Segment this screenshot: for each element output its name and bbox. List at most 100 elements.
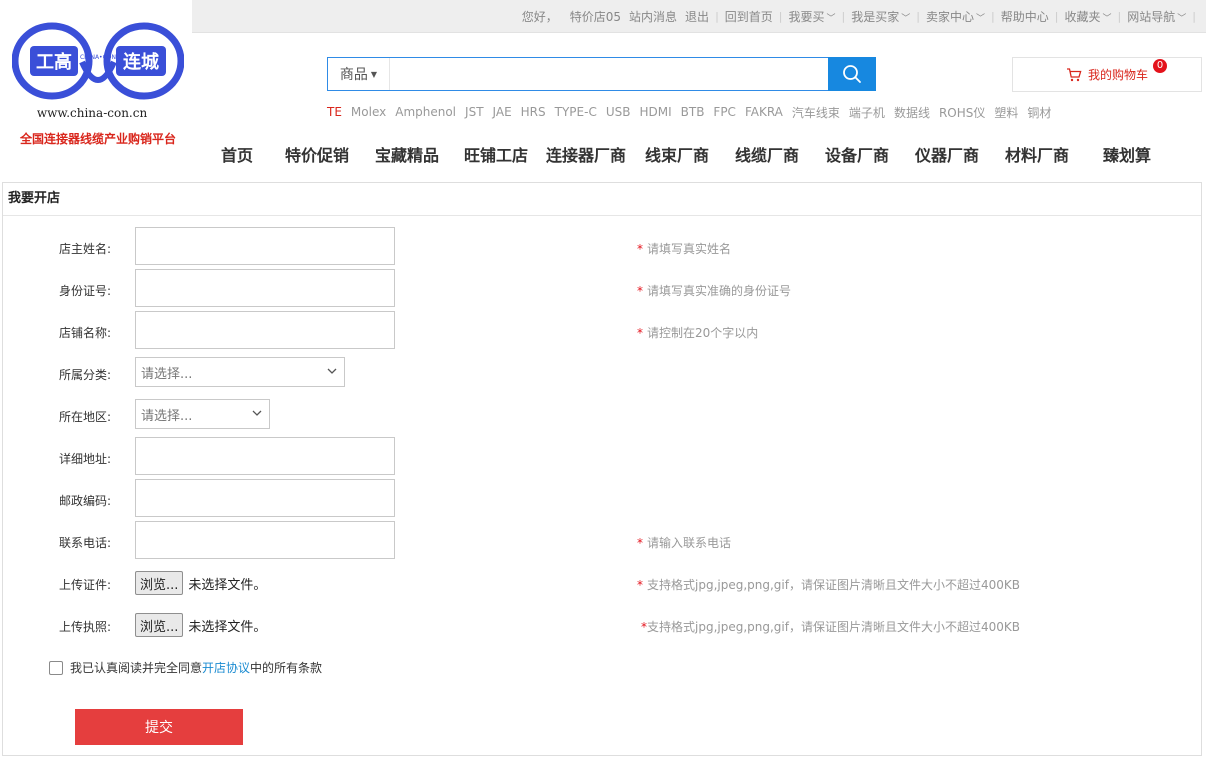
help-link[interactable]: 帮助中心 [997, 8, 1053, 25]
favorites-menu-label: 收藏夹 [1064, 9, 1101, 24]
hint-text: 支持格式jpg,jpeg,png,gif，请保证图片清晰且文件大小不超过400K… [647, 620, 1020, 634]
buyer-menu[interactable]: 我是买家 ﹀ [847, 8, 914, 25]
cart-button[interactable]: 我的购物车 0 [1012, 57, 1202, 92]
id-upload-label: 上传证件: [59, 578, 112, 592]
hot-keyword[interactable]: USB [606, 105, 631, 119]
caret-down-icon: ▼ [370, 69, 378, 79]
agreement-link[interactable]: 开店协议 [202, 659, 250, 676]
username-link[interactable]: 特价店05 [566, 8, 625, 25]
phone-input[interactable] [135, 521, 395, 559]
hot-keyword[interactable]: 铜材 [1027, 104, 1051, 121]
buyer-menu-label: 我是买家 [851, 9, 900, 24]
chevron-down-icon [252, 410, 262, 416]
divider: | [916, 9, 921, 23]
chevron-down-icon: ﹀ [901, 13, 911, 24]
region-select-value: 请选择... [141, 408, 193, 424]
nav-material-makers[interactable]: 材料厂商 [992, 142, 1082, 166]
messages-link[interactable]: 站内消息 [625, 8, 681, 25]
hot-keyword[interactable]: BTB [681, 105, 705, 119]
nav-promotions[interactable]: 特价促销 [272, 142, 362, 166]
nav-instrument-makers[interactable]: 仪器厂商 [902, 142, 992, 166]
hint-text: 请填写真实准确的身份证号 [647, 284, 792, 298]
main-nav: 首页 特价促销 宝藏精品 旺铺工店 连接器厂商 线束厂商 线缆厂商 设备厂商 仪… [202, 138, 1172, 170]
required-mark: * [637, 578, 643, 592]
id-upload-control: 浏览... 未选择文件。 [135, 571, 266, 595]
favorites-menu[interactable]: 收藏夹 ﹀ [1061, 8, 1116, 25]
category-label: 所属分类: [59, 368, 112, 382]
owner-name-input[interactable] [135, 227, 395, 265]
license-upload-hint: *支持格式jpg,jpeg,png,gif，请保证图片清晰且文件大小不超过400… [641, 618, 1020, 635]
hot-keyword[interactable]: ROHS仪 [939, 104, 985, 121]
nav-shops[interactable]: 旺铺工店 [452, 142, 540, 166]
id-browse-button[interactable]: 浏览... [135, 571, 184, 595]
zip-input[interactable] [135, 479, 395, 517]
phone-label: 联系电话: [59, 536, 112, 550]
chevron-down-icon: ﹀ [1102, 13, 1112, 24]
hot-keyword[interactable]: JST [465, 105, 484, 119]
seller-menu-label: 卖家中心 [926, 9, 975, 24]
id-number-label: 身份证号: [59, 284, 112, 298]
divider: | [1192, 9, 1196, 23]
home-link[interactable]: 回到首页 [721, 8, 777, 25]
license-browse-button[interactable]: 浏览... [135, 613, 184, 637]
hot-keyword[interactable]: TYPE-C [555, 105, 597, 119]
hot-keyword[interactable]: HDMI [639, 105, 671, 119]
hot-keyword[interactable]: TE [327, 105, 342, 119]
hot-keyword[interactable]: 端子机 [849, 104, 885, 121]
buy-menu[interactable]: 我要买 ﹀ [785, 8, 840, 25]
agreement-checkbox[interactable] [49, 660, 63, 675]
search-icon [843, 65, 861, 83]
sitemap-menu[interactable]: 网站导航 ﹀ [1123, 8, 1190, 25]
category-select-value: 请选择... [141, 366, 193, 382]
search-type-label: 商品 [339, 67, 368, 83]
required-mark: * [637, 242, 643, 256]
seller-menu[interactable]: 卖家中心 ﹀ [922, 8, 989, 25]
search-type-dropdown[interactable]: 商品 ▼ [328, 58, 390, 90]
hot-keyword[interactable]: HRS [521, 105, 546, 119]
search-input[interactable] [390, 58, 828, 90]
required-mark: * [637, 284, 643, 298]
shop-name-input[interactable] [135, 311, 395, 349]
id-number-hint: * 请填写真实准确的身份证号 [637, 282, 791, 299]
id-number-input[interactable] [135, 269, 395, 307]
submit-button[interactable]: 提交 [75, 709, 243, 745]
license-file-status: 未选择文件。 [188, 619, 267, 635]
chevron-down-icon: ﹀ [826, 13, 836, 24]
logo-url: www.china-con.cn [36, 106, 148, 120]
category-select[interactable]: 请选择... [135, 357, 345, 387]
hot-keyword[interactable]: 塑料 [994, 104, 1018, 121]
nav-cable-makers[interactable]: 线缆厂商 [722, 142, 812, 166]
hot-keyword[interactable]: JAE [493, 105, 512, 119]
region-label: 所在地区: [59, 410, 112, 424]
nav-connector-makers[interactable]: 连接器厂商 [540, 142, 632, 166]
nav-home[interactable]: 首页 [202, 142, 272, 166]
hot-keyword[interactable]: 汽车线束 [792, 104, 840, 121]
cart-icon [1066, 67, 1082, 81]
sitemap-menu-label: 网站导航 [1127, 9, 1176, 24]
hot-keyword[interactable]: Amphenol [395, 105, 456, 119]
nav-deals[interactable]: 臻划算 [1082, 142, 1172, 166]
logo-center-text: CHINA•CON [80, 54, 116, 61]
search-button[interactable] [828, 57, 876, 91]
hot-keyword[interactable]: FAKRA [745, 105, 783, 119]
logout-link[interactable]: 退出 [681, 8, 713, 25]
hint-text: 请控制在20个字以内 [647, 326, 759, 340]
nav-treasures[interactable]: 宝藏精品 [362, 142, 452, 166]
logo-mark: 工高 连城 CHINA•CON [12, 22, 184, 100]
hot-keyword[interactable]: FPC [713, 105, 736, 119]
license-upload-label: 上传执照: [59, 620, 112, 634]
address-input[interactable] [135, 437, 395, 475]
id-upload-hint: * 支持格式jpg,jpeg,png,gif，请保证图片清晰且文件大小不超过400… [637, 576, 1020, 593]
agreement-row: 我已认真阅读并完全同意 开店协议 中的所有条款 [49, 659, 322, 676]
greeting-text: 您好， [521, 9, 558, 24]
hot-keyword[interactable]: 数据线 [894, 104, 930, 121]
cart-label: 我的购物车 [1087, 68, 1148, 82]
nav-harness-makers[interactable]: 线束厂商 [632, 142, 722, 166]
region-select[interactable]: 请选择... [135, 399, 270, 429]
divider: | [1117, 9, 1122, 23]
site-logo[interactable]: 工高 连城 CHINA•CON www.china-con.cn 全国连接器线缆… [0, 0, 192, 170]
zip-label: 邮政编码: [59, 494, 112, 508]
chevron-down-icon: ﹀ [976, 13, 986, 24]
hot-keyword[interactable]: Molex [351, 105, 386, 119]
nav-equipment-makers[interactable]: 设备厂商 [812, 142, 902, 166]
